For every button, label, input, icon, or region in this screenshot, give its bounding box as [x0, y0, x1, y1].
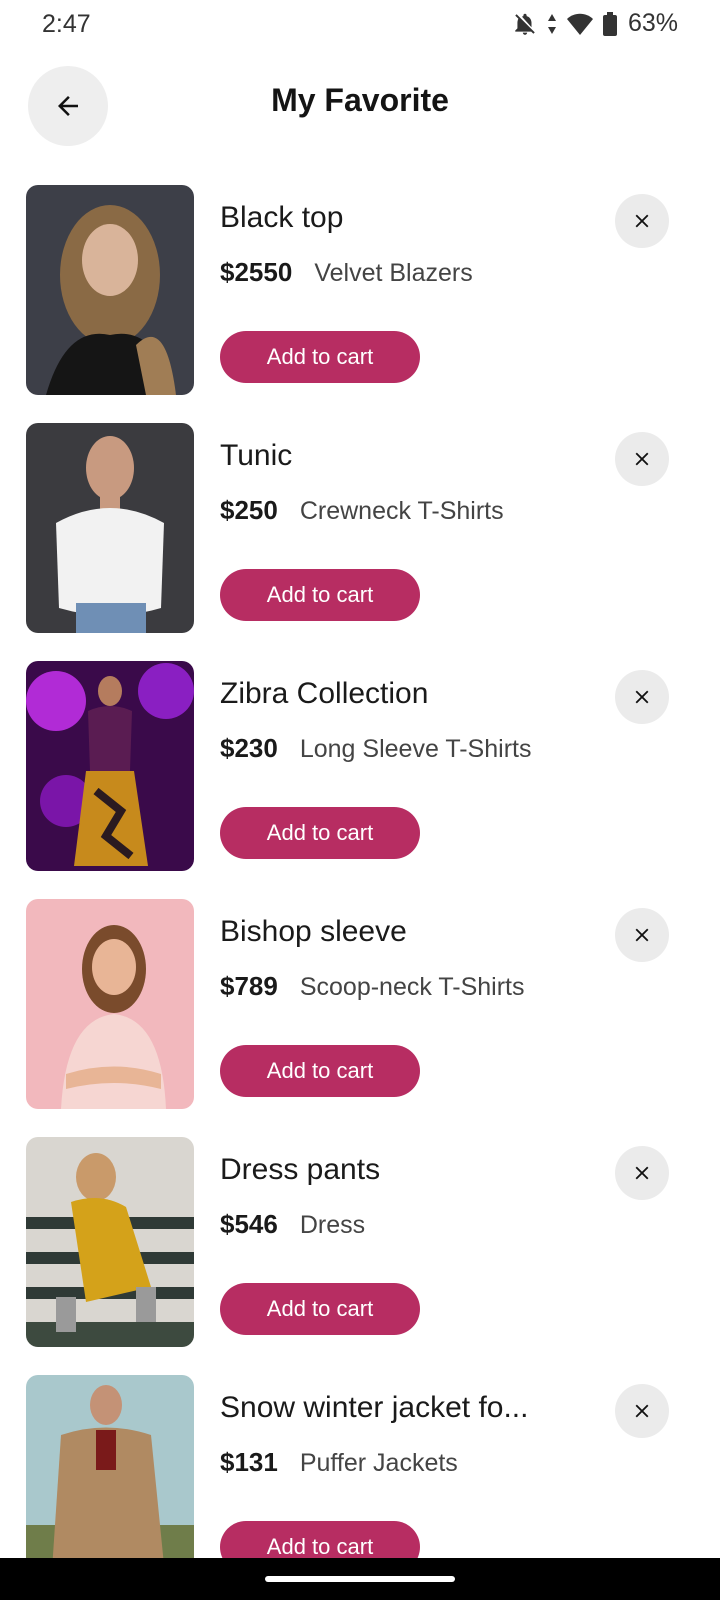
product-price: $230 [220, 733, 278, 763]
system-nav-bar [0, 1558, 720, 1600]
price-row: $250 Crewneck T-Shirts [220, 495, 504, 526]
add-to-cart-button[interactable]: Add to cart [220, 1283, 420, 1335]
remove-favorite-button[interactable] [615, 1146, 669, 1200]
favorite-item[interactable]: Black top $2550 Velvet Blazers Add to ca… [0, 185, 720, 423]
remove-favorite-button[interactable] [615, 194, 669, 248]
product-price: $2550 [220, 257, 293, 287]
add-to-cart-button[interactable]: Add to cart [220, 569, 420, 621]
product-price: $789 [220, 971, 278, 1001]
add-to-cart-button[interactable]: Add to cart [220, 1045, 420, 1097]
product-image[interactable] [26, 661, 194, 871]
product-name: Black top [220, 201, 344, 234]
home-gesture-handle[interactable] [265, 1576, 455, 1582]
status-bar: 2:47 63% [0, 0, 720, 50]
price-row: $131 Puffer Jackets [220, 1447, 458, 1478]
product-category: Dress [299, 1211, 366, 1239]
page-title: My Favorite [271, 82, 449, 118]
product-price: $546 [220, 1209, 278, 1239]
remove-favorite-button[interactable] [615, 670, 669, 724]
price-row: $230 Long Sleeve T-Shirts [220, 733, 531, 764]
status-time: 2:47 [42, 10, 91, 38]
product-name: Bishop sleeve [220, 915, 407, 948]
product-name: Snow winter jacket fo... [220, 1391, 529, 1424]
close-icon [635, 928, 649, 942]
product-category: Puffer Jackets [299, 1449, 458, 1477]
favorite-item[interactable]: Tunic $250 Crewneck T-Shirts Add to cart [0, 423, 720, 661]
favorite-item[interactable]: Dress pants $546 Dress Add to cart [0, 1137, 720, 1375]
product-name: Zibra Collection [220, 677, 429, 710]
product-image[interactable] [26, 1137, 194, 1347]
close-icon [635, 690, 649, 704]
product-image[interactable] [26, 185, 194, 395]
remove-favorite-button[interactable] [615, 1384, 669, 1438]
close-icon [635, 214, 649, 228]
product-image[interactable] [26, 1375, 194, 1585]
battery-icon [602, 11, 617, 36]
status-icons: 63% [512, 9, 678, 38]
data-arrows-icon [547, 13, 556, 34]
product-category: Scoop-neck T-Shirts [299, 973, 525, 1001]
add-to-cart-button[interactable]: Add to cart [220, 807, 420, 859]
close-icon [635, 1166, 649, 1180]
product-price: $250 [220, 495, 278, 525]
product-price: $131 [220, 1447, 278, 1477]
battery-percent: 63% [627, 9, 678, 37]
remove-favorite-button[interactable] [615, 908, 669, 962]
close-icon [635, 1404, 649, 1418]
product-image[interactable] [26, 899, 194, 1109]
price-row: $789 Scoop-neck T-Shirts [220, 971, 524, 1002]
price-row: $2550 Velvet Blazers [220, 257, 473, 288]
product-name: Dress pants [220, 1153, 381, 1186]
product-image[interactable] [26, 423, 194, 633]
product-category: Long Sleeve T-Shirts [299, 735, 532, 763]
product-name: Tunic [220, 439, 293, 472]
wifi-icon [566, 13, 593, 35]
close-icon [635, 452, 649, 466]
remove-favorite-button[interactable] [615, 432, 669, 486]
add-to-cart-button[interactable]: Add to cart [220, 331, 420, 383]
app-header: My Favorite [0, 64, 720, 146]
favorite-item[interactable]: Bishop sleeve $789 Scoop-neck T-Shirts A… [0, 899, 720, 1137]
product-category: Crewneck T-Shirts [299, 497, 504, 525]
favorites-list: Black top $2550 Velvet Blazers Add to ca… [0, 185, 720, 1600]
notifications-off-icon [515, 13, 535, 35]
price-row: $546 Dress [220, 1209, 365, 1240]
favorite-item[interactable]: Zibra Collection $230 Long Sleeve T-Shir… [0, 661, 720, 899]
product-category: Velvet Blazers [314, 259, 473, 287]
